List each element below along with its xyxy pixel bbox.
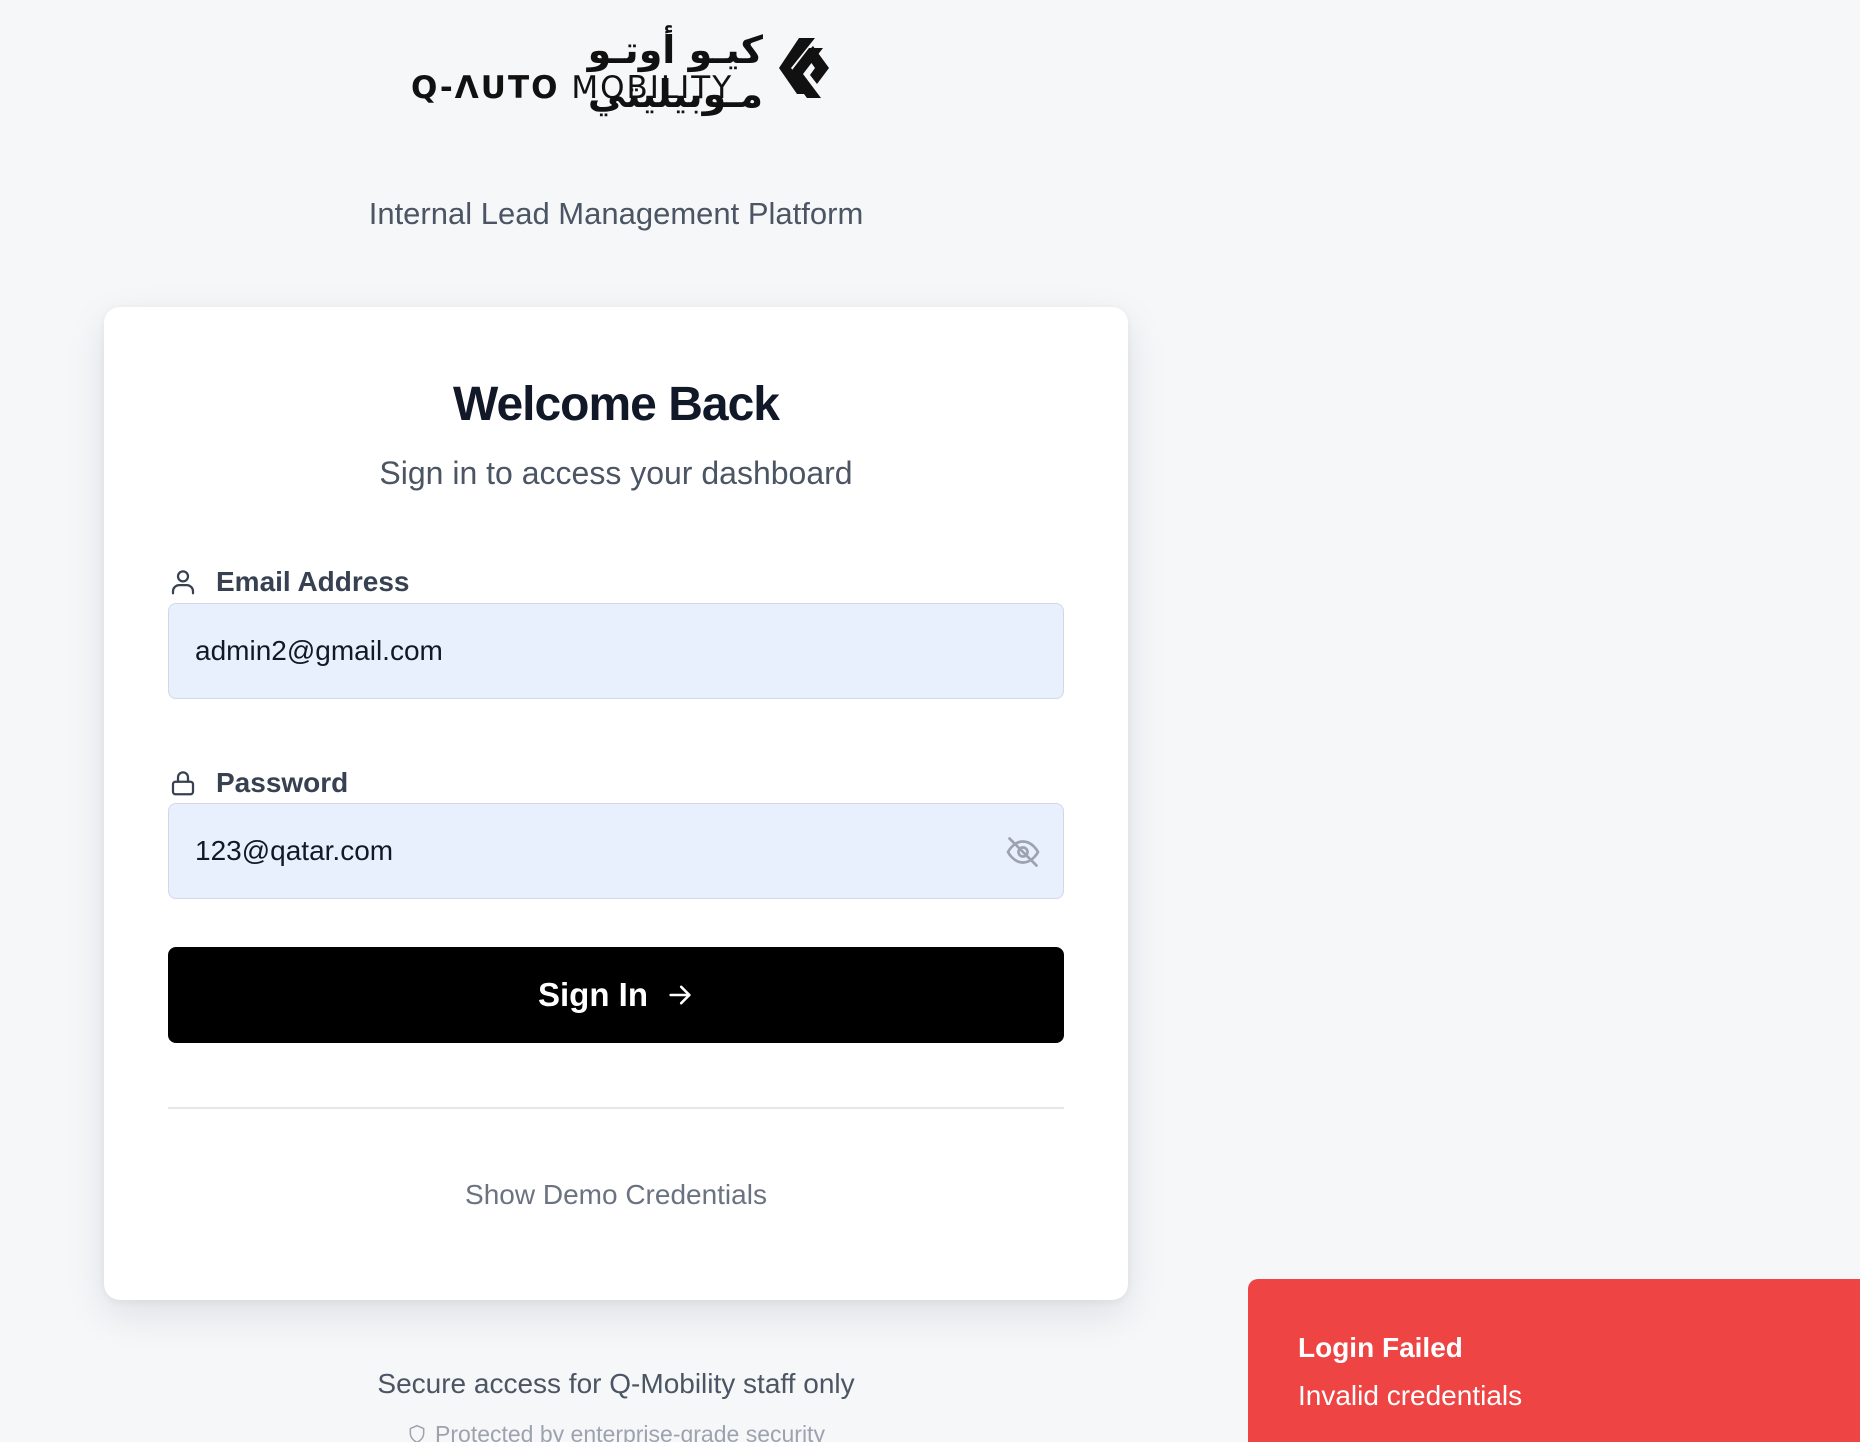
email-label: Email Address xyxy=(168,564,409,600)
email-label-text: Email Address xyxy=(216,566,410,597)
toast-description: Invalid credentials xyxy=(1298,1380,1523,1411)
sign-in-button-label: Sign In xyxy=(538,976,648,1013)
user-icon xyxy=(171,570,195,595)
login-page: كيـو أوتـو مـوبيليتي Q-ΛUTO MOBILITY Int… xyxy=(0,0,1860,1442)
q-auto-chevron-logo-icon xyxy=(779,38,829,98)
q-auto-mobility-logo: كيـو أوتـو مـوبيليتي Q-ΛUTO MOBILITY xyxy=(405,28,835,116)
password-label-text: Password xyxy=(216,767,349,798)
eye-off-icon[interactable] xyxy=(1005,834,1041,870)
welcome-heading: Welcome Back xyxy=(453,378,780,431)
login-card: Welcome Back Sign in to access your dash… xyxy=(104,307,1128,1300)
platform-title: Internal Lead Management Platform xyxy=(368,196,864,231)
logo-latin-wordmark: Q-ΛUTO MOBILITY xyxy=(411,68,733,108)
login-failed-toast[interactable]: Login Failed Invalid credentials xyxy=(1248,1279,1860,1442)
email-field-value: admin2@gmail.com xyxy=(195,635,443,666)
shield-icon xyxy=(409,1424,425,1442)
password-field-value: 123@qatar.com xyxy=(195,835,394,866)
security-notice-text: Protected by enterprise-grade security xyxy=(435,1421,825,1442)
email-field[interactable]: admin2@gmail.com xyxy=(168,603,1064,699)
password-label: Password xyxy=(168,765,348,801)
staff-only-notice: Secure access for Q-Mobility staff only xyxy=(377,1368,855,1399)
logo-brand-text: Q-ΛUTO xyxy=(411,70,560,106)
show-demo-credentials-link[interactable]: Show Demo Credentials xyxy=(104,1179,1128,1211)
toast-title: Login Failed xyxy=(1298,1332,1463,1363)
password-field[interactable]: 123@qatar.com xyxy=(168,803,1064,899)
welcome-subtitle: Sign in to access your dashboard xyxy=(379,455,853,491)
logo-suffix-text: MOBILITY xyxy=(571,70,734,106)
card-divider xyxy=(168,1107,1064,1109)
sign-in-button[interactable]: Sign In xyxy=(168,947,1064,1043)
lock-icon xyxy=(171,771,195,796)
security-notice: Protected by enterprise-grade security xyxy=(0,1421,1232,1442)
arrow-right-icon xyxy=(669,985,691,1005)
